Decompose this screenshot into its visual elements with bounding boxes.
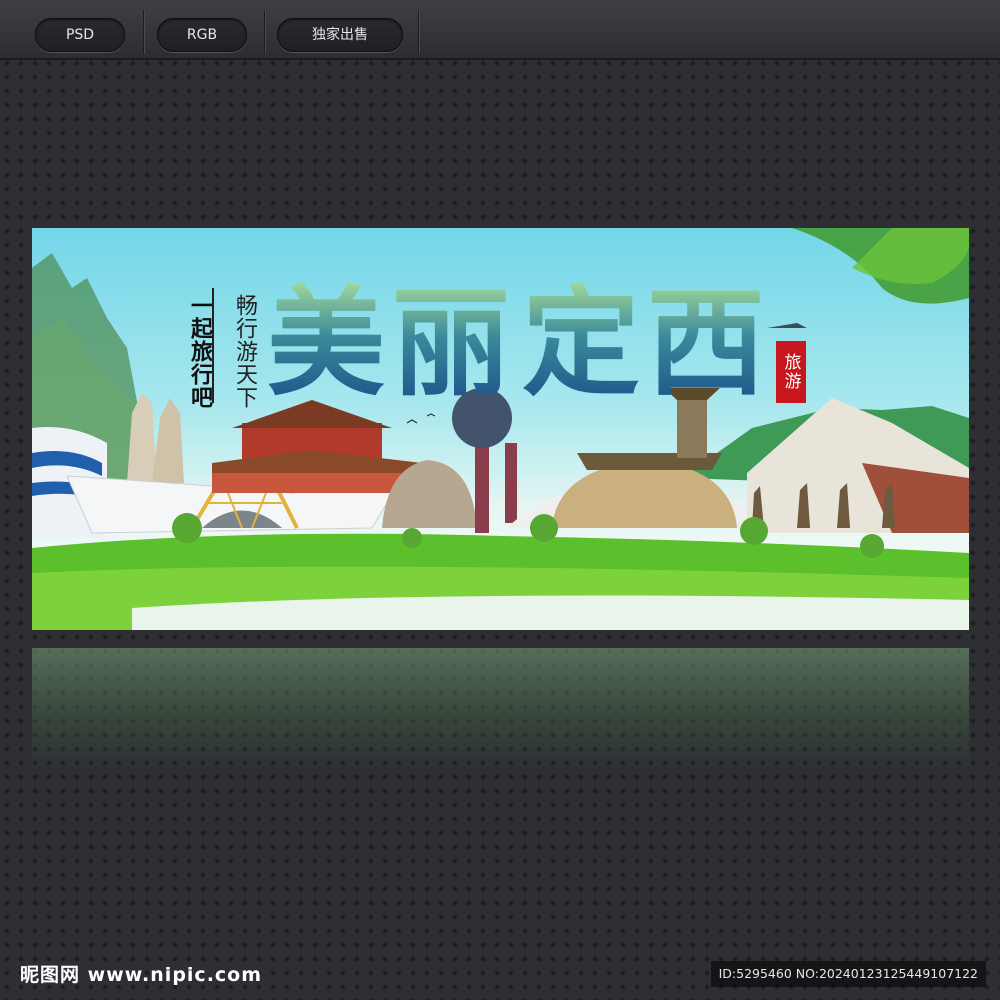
title-char-2: 丽 — [392, 273, 511, 412]
image-id-label: ID:5295460 NO:20240123125449107122 — [710, 961, 986, 987]
tree — [740, 517, 768, 545]
site-watermark-logo: 昵图网 www.nipic.com — [20, 964, 263, 986]
exclusive-sale-button[interactable]: 独家出售 — [277, 18, 403, 52]
temple-wall — [212, 473, 422, 493]
toolbar-divider — [264, 10, 265, 54]
psd-format-button[interactable]: PSD — [35, 18, 125, 52]
title-char-1: 美 — [267, 273, 386, 412]
banner-reflection — [32, 648, 969, 768]
preview-banner: 一起旅行吧 畅行游天下 美 丽 定 西 旅游 — [32, 228, 969, 630]
travel-seal: 旅游 — [776, 341, 806, 403]
slogan-right: 畅行游天下 — [232, 294, 257, 409]
slogan-divider — [212, 288, 214, 403]
tree — [172, 513, 202, 543]
tree — [860, 534, 884, 558]
tree — [530, 514, 558, 542]
tree — [402, 528, 422, 548]
airplane — [767, 323, 807, 328]
top-toolbar: PSD RGB 独家出售 — [0, 0, 1000, 60]
rgb-mode-button[interactable]: RGB — [157, 18, 247, 52]
totem-pillar — [505, 443, 517, 523]
toolbar-divider — [143, 10, 144, 54]
birds — [406, 413, 436, 424]
statue-figure — [152, 398, 184, 483]
toolbar-divider — [418, 10, 419, 54]
title-char-4: 西 — [647, 273, 766, 412]
title-char-3: 定 — [522, 273, 641, 412]
